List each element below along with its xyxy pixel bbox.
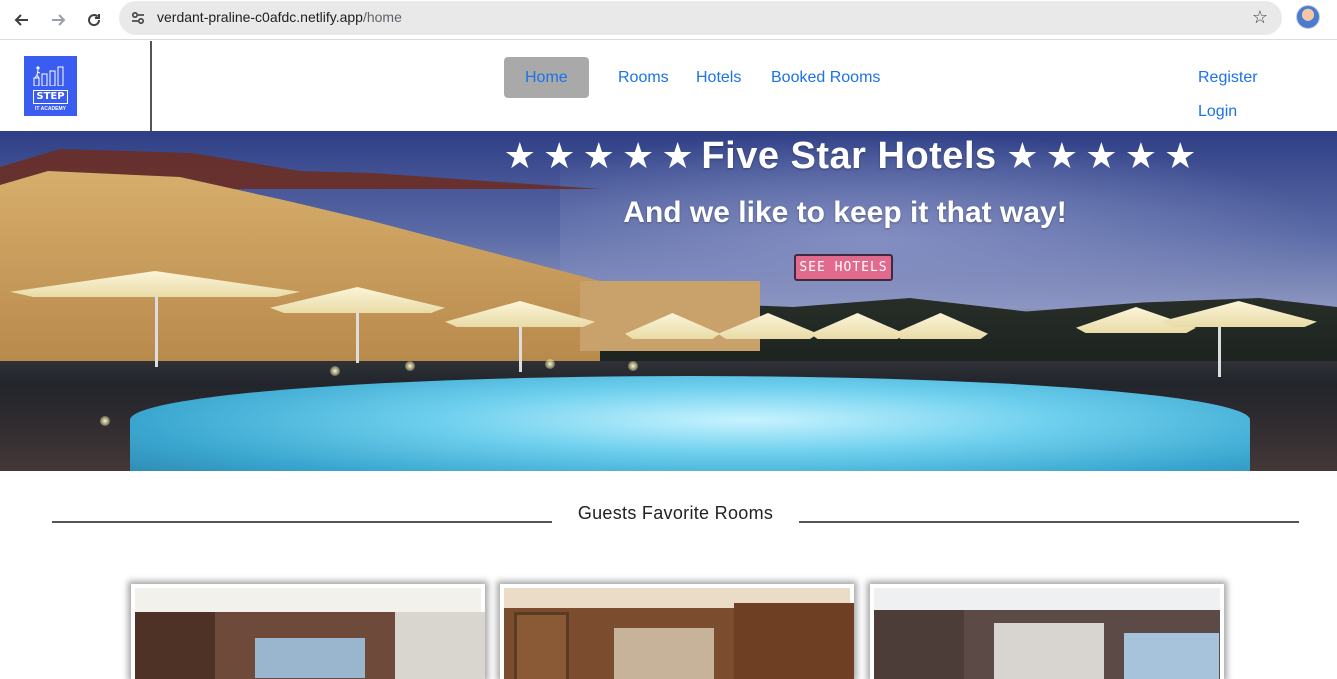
see-hotels-button[interactable]: SEE HOTELS — [794, 254, 893, 281]
nav-home[interactable]: Home — [504, 57, 589, 98]
star-icon: ★ — [1045, 135, 1078, 176]
room-image[interactable] — [135, 588, 485, 679]
header-divider — [150, 41, 152, 131]
site-header: STEP IT ACADEMY Home Rooms Hotels Booked… — [0, 41, 1337, 131]
star-icon: ★ — [1085, 135, 1118, 176]
star-icon: ★ — [1006, 135, 1039, 176]
nav-hotels[interactable]: Hotels — [696, 57, 741, 98]
site-settings-icon[interactable] — [129, 9, 147, 27]
room-image[interactable] — [874, 588, 1220, 679]
step-it-academy-logo[interactable]: STEP IT ACADEMY — [24, 56, 77, 116]
hero-banner: ★ ★ ★ ★ ★ Five Star Hotels ★ ★ ★ ★ ★ And… — [0, 131, 1337, 471]
address-bar[interactable]: verdant-praline-c0afdc.netlify.app/home … — [119, 1, 1282, 35]
url-path: /home — [362, 9, 402, 25]
section-rule-right — [799, 521, 1299, 523]
nav-rooms[interactable]: Rooms — [618, 57, 669, 98]
register-link[interactable]: Register — [1198, 69, 1258, 87]
star-icon: ★ — [661, 135, 694, 176]
hero-title: Five Star Hotels — [701, 134, 997, 177]
star-icon: ★ — [622, 135, 655, 176]
reload-icon[interactable] — [80, 6, 108, 34]
logo-bars-icon — [33, 66, 64, 86]
profile-avatar[interactable] — [1296, 5, 1320, 29]
section-title: Guests Favorite Rooms — [577, 503, 774, 523]
star-icon: ★ — [1124, 135, 1157, 176]
back-arrow-icon[interactable] — [8, 6, 36, 34]
star-icon: ★ — [582, 135, 615, 176]
hero-subtitle: And we like to keep it that way! — [623, 196, 1067, 229]
room-card[interactable] — [500, 584, 854, 679]
room-image[interactable] — [504, 588, 854, 679]
star-icon: ★ — [1164, 135, 1197, 176]
hero-title-row: ★ ★ ★ ★ ★ Five Star Hotels ★ ★ ★ ★ ★ — [500, 131, 1200, 181]
logo-step-text: STEP — [33, 90, 68, 104]
nav-booked-rooms[interactable]: Booked Rooms — [771, 57, 880, 98]
star-icon: ★ — [543, 135, 576, 176]
url-text: verdant-praline-c0afdc.netlify.app/home — [157, 9, 402, 25]
section-rule-left — [52, 521, 552, 523]
logo-academy-text: IT ACADEMY — [35, 106, 66, 112]
browser-toolbar: verdant-praline-c0afdc.netlify.app/home … — [0, 0, 1337, 40]
url-domain: verdant-praline-c0afdc.netlify.app — [157, 9, 363, 25]
room-card[interactable] — [870, 584, 1224, 679]
star-icon: ★ — [503, 135, 536, 176]
bookmark-star-icon[interactable]: ☆ — [1252, 7, 1268, 28]
login-link[interactable]: Login — [1198, 103, 1237, 121]
room-card[interactable] — [131, 584, 485, 679]
forward-arrow-icon[interactable] — [44, 6, 72, 34]
